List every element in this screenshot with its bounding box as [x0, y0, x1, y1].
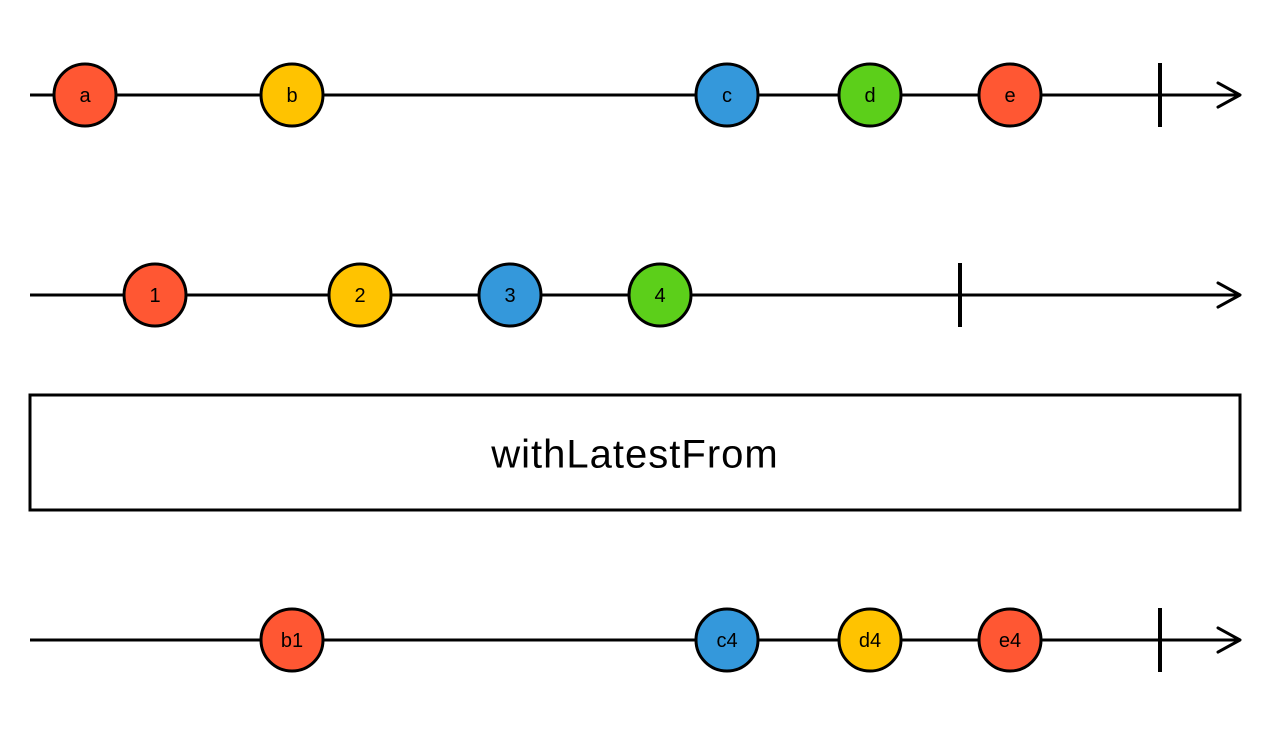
marble-output-e4: e4 — [979, 609, 1041, 671]
marble-source-a: a — [54, 64, 116, 126]
marble-label: 1 — [149, 285, 160, 307]
marble-source-d: d — [839, 64, 901, 126]
marble-label: c4 — [716, 630, 737, 652]
marble-other-3: 3 — [479, 264, 541, 326]
marble-other-2: 2 — [329, 264, 391, 326]
marble-source-b: b — [261, 64, 323, 126]
marble-label: 2 — [354, 285, 365, 307]
marble-label: e4 — [999, 630, 1021, 652]
marble-other-4: 4 — [629, 264, 691, 326]
marble-output-d4: d4 — [839, 609, 901, 671]
marble-source-c: c — [696, 64, 758, 126]
marble-label: d4 — [859, 630, 881, 652]
marble-source-e: e — [979, 64, 1041, 126]
marble-diagram: a b c d e 1 2 3 4 b1 c4 d4 e4 withLatestFrom — [0, 0, 1280, 740]
marble-output-c4: c4 — [696, 609, 758, 671]
marble-label: e — [1004, 85, 1015, 107]
marble-label: b1 — [281, 630, 303, 652]
marble-other-1: 1 — [124, 264, 186, 326]
marble-output-b1: b1 — [261, 609, 323, 671]
operator-label: withLatestFrom — [490, 433, 778, 477]
marble-label: b — [286, 85, 297, 107]
marble-label: 3 — [504, 285, 515, 307]
marble-label: 4 — [654, 285, 665, 307]
marble-label: c — [722, 85, 732, 107]
marble-label: a — [79, 85, 91, 107]
marble-label: d — [864, 85, 875, 107]
